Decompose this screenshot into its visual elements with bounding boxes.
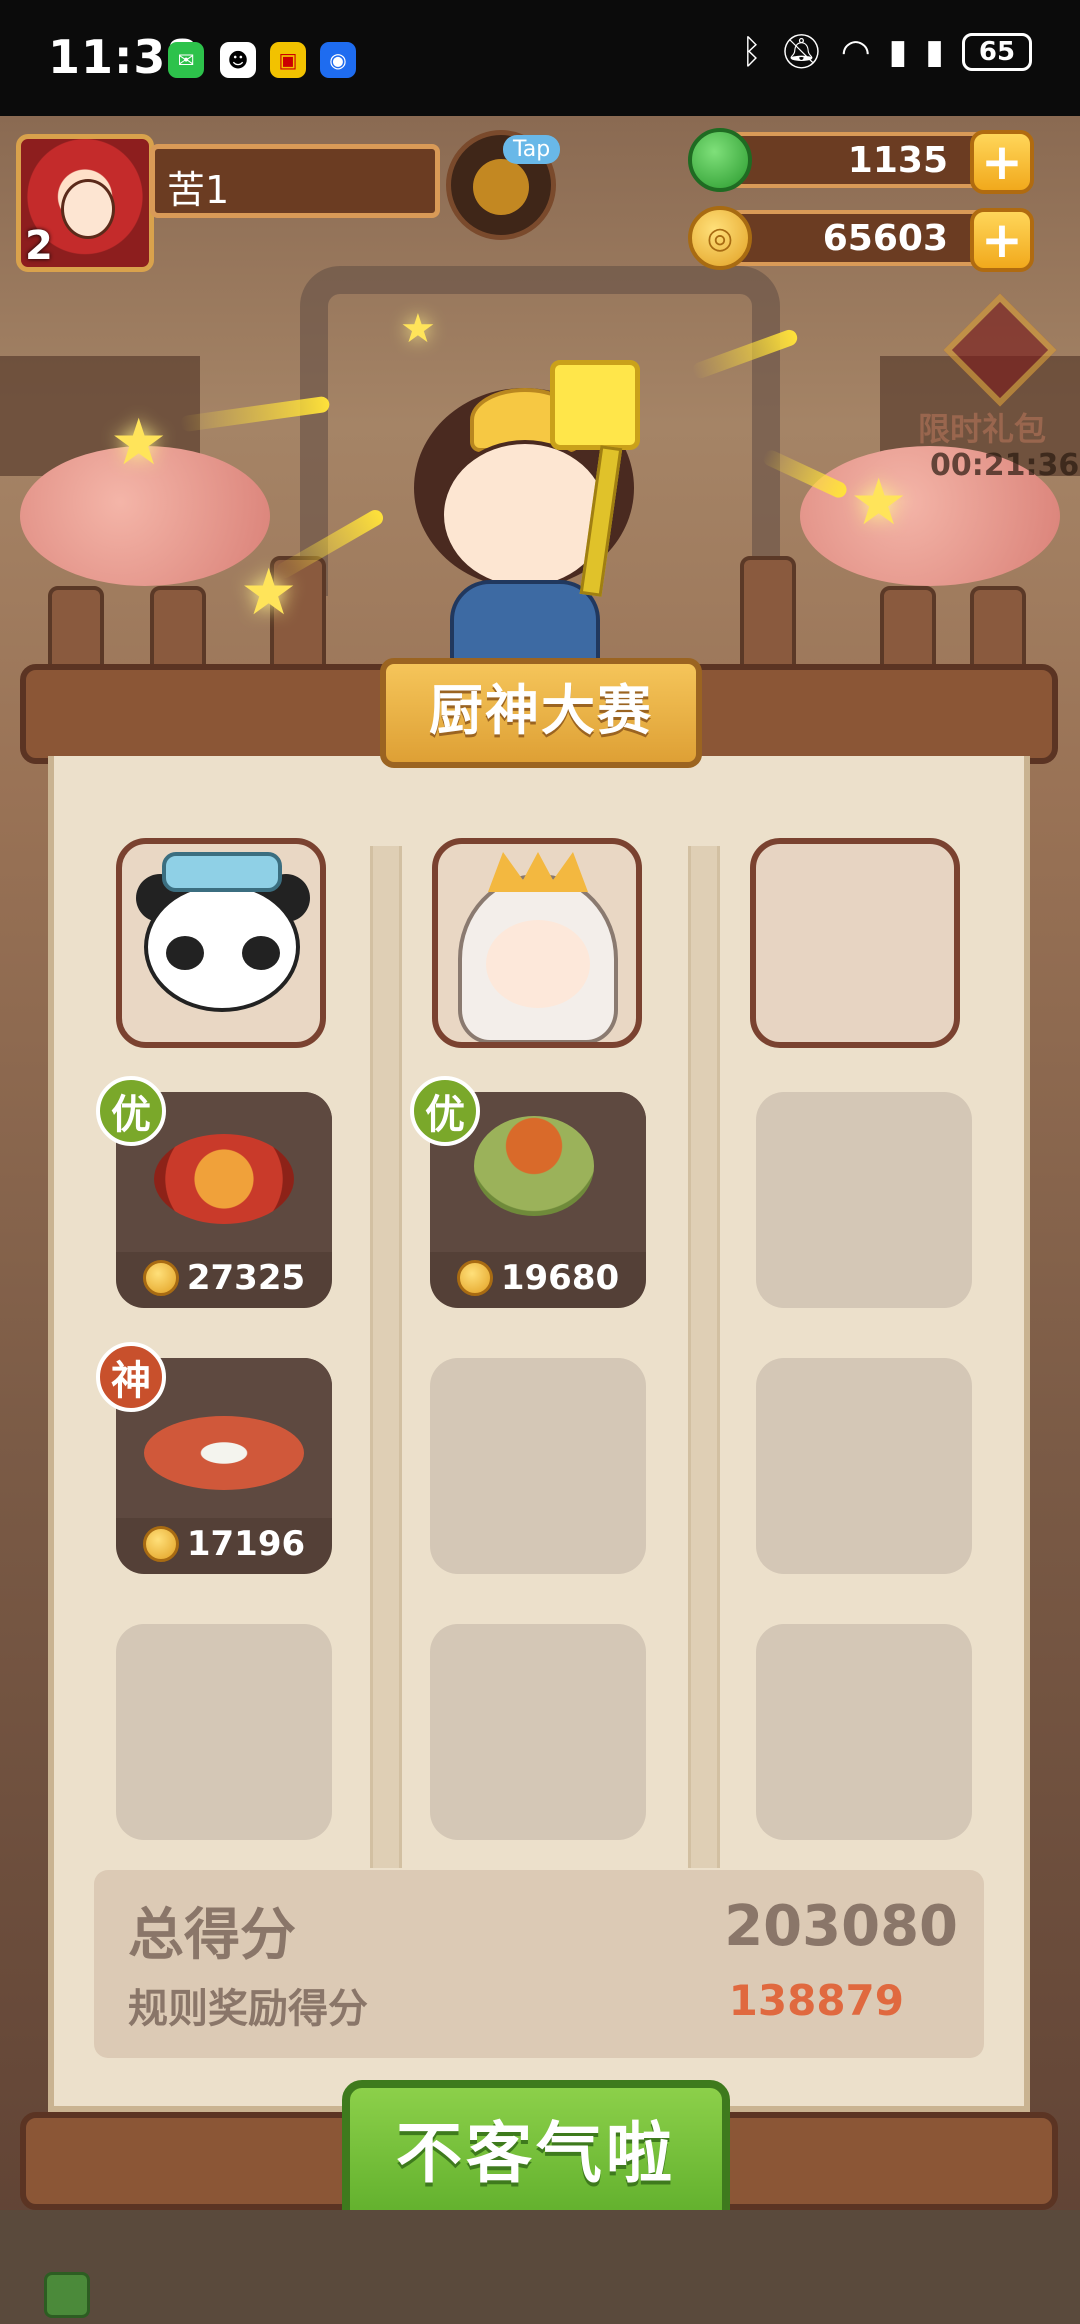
dish-price: 17196 <box>116 1524 332 1564</box>
signal-icon-2: ▮ <box>925 32 944 72</box>
add-gems-button[interactable]: + <box>970 130 1034 194</box>
dish-price: 19680 <box>430 1258 646 1298</box>
dish-price-value: 19680 <box>500 1258 620 1298</box>
girl-crown <box>488 852 588 892</box>
chef-slot-panda[interactable] <box>116 838 326 1048</box>
sparkle-star-icon: ★ <box>110 406 168 480</box>
quality-badge: 优 <box>96 1076 166 1146</box>
chef-slot-empty[interactable] <box>750 838 960 1048</box>
dish-slot-stew[interactable]: 优 19680 <box>410 1076 646 1308</box>
chef-god-character <box>400 360 690 670</box>
dish-slot-empty[interactable] <box>756 1624 972 1840</box>
quality-badge: 优 <box>410 1076 480 1146</box>
total-score-value: 203080 <box>724 1894 958 1959</box>
sparkle-star-icon: ★ <box>850 466 908 540</box>
column-divider <box>370 846 402 1868</box>
dish-slot-duck[interactable]: 神 17196 <box>96 1342 332 1574</box>
coin-counter: ◎ 65603 + <box>688 206 1034 272</box>
coin-amount: 65603 <box>822 218 948 259</box>
corner-menu-button[interactable] <box>44 2272 90 2318</box>
spatula-icon <box>550 360 640 450</box>
system-indicators: ᛒ 🔕︎ ◠ ▮ ▮ 65 <box>741 32 1032 72</box>
dish-slot-empty[interactable] <box>430 1358 646 1574</box>
gift-box-icon <box>943 293 1057 407</box>
status-bar: 11:38 ✉ ☻ ▣ ◉ ᛒ 🔕︎ ◠ ▮ ▮ 65 <box>0 0 1080 116</box>
mascot-icon <box>473 159 529 215</box>
total-score-label: 总得分 <box>128 1903 296 1968</box>
dish-price-value: 17196 <box>186 1524 306 1564</box>
qq-icon: ☻ <box>220 42 256 78</box>
panda-eye <box>242 936 280 970</box>
column-divider <box>688 846 720 1868</box>
add-coins-button[interactable]: + <box>970 208 1034 272</box>
panda-hat <box>162 852 282 892</box>
bottom-scene-strip <box>0 2210 1080 2324</box>
coin-icon <box>142 1260 179 1296</box>
gem-amount: 1135 <box>847 140 948 181</box>
player-name[interactable]: 苦1 <box>150 144 440 218</box>
app-icon: ▣ <box>270 42 306 78</box>
wechat-icon: ✉ <box>168 42 204 78</box>
bonus-score-label: 规则奖励得分 <box>128 1986 368 2032</box>
battery-icon: 65 <box>962 33 1032 71</box>
contest-title: 厨神大赛 <box>380 658 702 768</box>
hotpot-food <box>154 1134 294 1224</box>
chef-body <box>450 580 600 670</box>
coin-icon <box>456 1260 493 1296</box>
girl-face <box>486 920 590 1008</box>
dish-slot-empty[interactable] <box>756 1092 972 1308</box>
dish-price-value: 27325 <box>186 1258 306 1298</box>
dish-slot-empty[interactable] <box>430 1624 646 1840</box>
wifi-icon: ◠ <box>840 32 871 72</box>
tap-label: Tap <box>503 135 561 164</box>
coin-icon: ◎ <box>688 206 752 270</box>
panda-eye <box>166 936 204 970</box>
dish-price: 27325 <box>116 1258 332 1298</box>
bluetooth-icon: ᛒ <box>741 32 762 72</box>
gem-counter: 1135 + <box>688 128 1034 194</box>
tap-button[interactable]: Tap <box>446 130 561 240</box>
dish-slot-empty[interactable] <box>116 1624 332 1840</box>
player-avatar[interactable]: 2 <box>16 134 154 272</box>
bulb-icon: ◉ <box>320 42 356 78</box>
gem-icon <box>688 128 752 192</box>
duck-food <box>144 1416 304 1490</box>
panda-head <box>144 882 300 1012</box>
stew-food <box>474 1116 594 1216</box>
mute-icon: 🔕︎ <box>779 32 823 72</box>
score-summary: 总得分 203080 规则奖励得分 138879 <box>94 1870 984 2058</box>
bonus-score-value: 138879 <box>728 1976 904 2025</box>
gift-label: 限时礼包 <box>918 410 1047 448</box>
sparkle-star-icon: ★ <box>400 306 436 352</box>
quality-badge: 神 <box>96 1342 166 1412</box>
signal-icon: ▮ <box>888 32 908 72</box>
dish-slot-empty[interactable] <box>756 1358 972 1574</box>
player-level: 2 <box>25 223 53 269</box>
coin-icon <box>142 1526 179 1562</box>
chef-slot-girl[interactable] <box>432 838 642 1048</box>
avatar-face <box>61 179 115 239</box>
dish-slot-hotpot[interactable]: 优 27325 <box>96 1076 332 1308</box>
gift-timer: 00:21:36 <box>930 448 1080 483</box>
